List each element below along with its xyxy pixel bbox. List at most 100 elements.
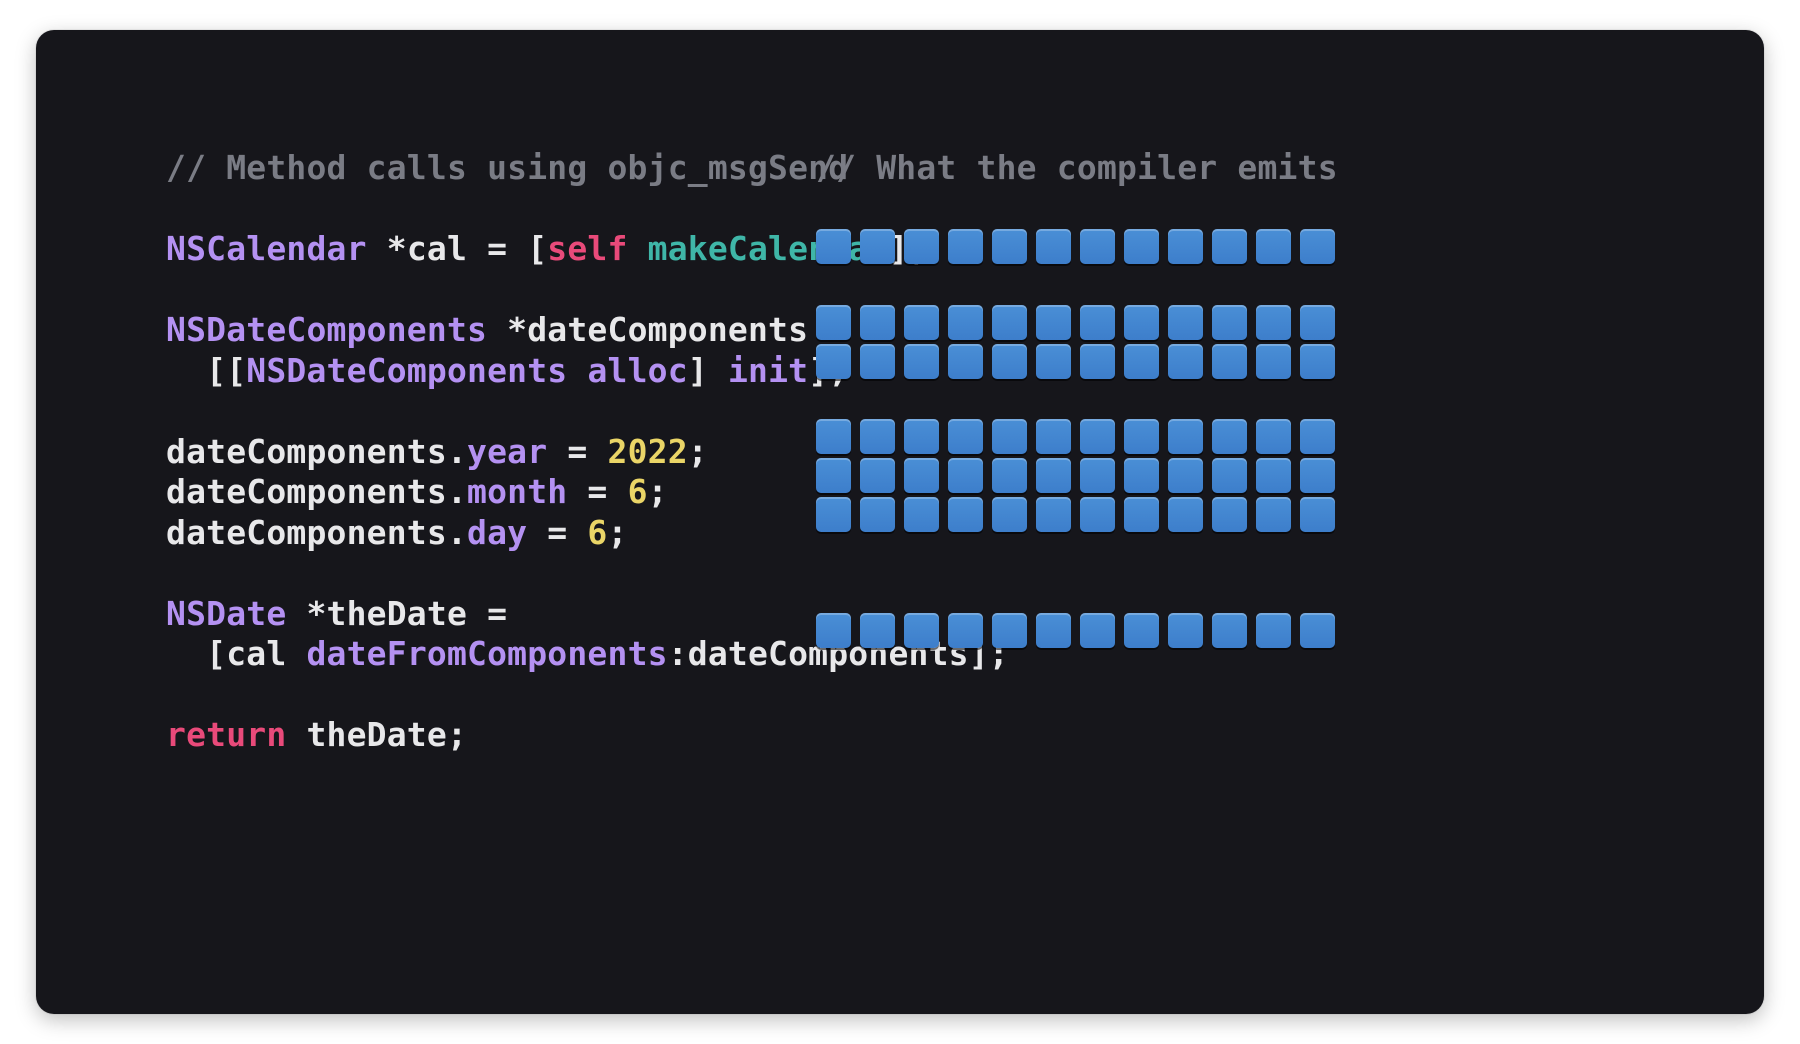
instruction-cube [992, 497, 1027, 532]
instruction-cube [948, 497, 983, 532]
instruction-cube [904, 458, 939, 493]
instruction-cube [1168, 229, 1203, 264]
instruction-cube [948, 305, 983, 340]
compiler-output-column: // What the compiler emits [816, 148, 1596, 756]
instruction-cube [860, 305, 895, 340]
instruction-cube [1080, 229, 1115, 264]
instruction-cube [1256, 419, 1291, 454]
instruction-group [816, 613, 1596, 648]
code-column: // Method calls using objc_msgSend NSCal… [36, 148, 816, 756]
instruction-cube [992, 613, 1027, 648]
instruction-cube [1124, 458, 1159, 493]
instruction-cube [948, 229, 983, 264]
instruction-cube [860, 344, 895, 379]
instruction-cube [992, 344, 1027, 379]
slide-card: // Method calls using objc_msgSend NSCal… [36, 30, 1764, 1014]
instruction-cube [1300, 419, 1335, 454]
instruction-cube [1036, 613, 1071, 648]
instruction-cube [1168, 305, 1203, 340]
instruction-cube [1036, 497, 1071, 532]
instruction-cube [1300, 229, 1335, 264]
instruction-cube [1168, 497, 1203, 532]
instruction-group [816, 305, 1596, 379]
instruction-cube [904, 419, 939, 454]
instruction-cube [1300, 344, 1335, 379]
instruction-cube [1124, 229, 1159, 264]
instruction-cube [1036, 458, 1071, 493]
instruction-cube [1080, 344, 1115, 379]
instruction-cube [1300, 305, 1335, 340]
instruction-cube [992, 458, 1027, 493]
instruction-cube [904, 497, 939, 532]
instruction-cube [1256, 305, 1291, 340]
instruction-cube [1080, 613, 1115, 648]
instruction-cube [1256, 229, 1291, 264]
instruction-cube [860, 419, 895, 454]
instruction-cube [1212, 458, 1247, 493]
instruction-cube [1212, 497, 1247, 532]
instruction-cube [992, 419, 1027, 454]
instruction-cube [1080, 497, 1115, 532]
instruction-cube [816, 458, 851, 493]
instruction-group [816, 419, 1596, 532]
instruction-cube [860, 229, 895, 264]
instruction-row [816, 458, 1596, 493]
instruction-cube [1036, 305, 1071, 340]
instruction-cube [1256, 458, 1291, 493]
instruction-cube [1256, 497, 1291, 532]
instruction-cube [860, 458, 895, 493]
instruction-cube [1212, 344, 1247, 379]
instruction-cube [1300, 613, 1335, 648]
instruction-cube [1300, 458, 1335, 493]
instruction-cube [816, 497, 851, 532]
instruction-cube [816, 419, 851, 454]
instruction-cube [1300, 497, 1335, 532]
code-comment-right: // What the compiler emits [816, 148, 1596, 189]
instruction-row [816, 497, 1596, 532]
instruction-cube [1212, 419, 1247, 454]
instruction-cube [1256, 344, 1291, 379]
instruction-cube [1036, 419, 1071, 454]
instruction-cube [816, 344, 851, 379]
instruction-cube [1168, 419, 1203, 454]
instruction-cube [992, 305, 1027, 340]
instruction-cube [1124, 344, 1159, 379]
instruction-cube [1168, 344, 1203, 379]
instruction-row [816, 613, 1596, 648]
instruction-cube [1080, 305, 1115, 340]
instruction-cube [1212, 305, 1247, 340]
instruction-cube [1036, 344, 1071, 379]
instruction-cube [1256, 613, 1291, 648]
instruction-row [816, 305, 1596, 340]
instruction-row [816, 229, 1596, 264]
instruction-cube [816, 613, 851, 648]
instruction-cube [904, 229, 939, 264]
instruction-cube [992, 229, 1027, 264]
instruction-cube [948, 419, 983, 454]
instruction-group [816, 229, 1596, 264]
columns: // Method calls using objc_msgSend NSCal… [36, 30, 1764, 756]
instruction-row [816, 419, 1596, 454]
instruction-cube [904, 344, 939, 379]
instruction-cube [860, 497, 895, 532]
instruction-cube [948, 344, 983, 379]
instruction-cube [1124, 613, 1159, 648]
instruction-cube [948, 458, 983, 493]
instruction-cube [1080, 458, 1115, 493]
instruction-cube [1036, 229, 1071, 264]
instruction-cube [1124, 497, 1159, 532]
instruction-cube [816, 229, 851, 264]
instruction-cube [1212, 229, 1247, 264]
instruction-cube [904, 613, 939, 648]
instruction-cube [904, 305, 939, 340]
instruction-cube [948, 613, 983, 648]
instruction-row [816, 344, 1596, 379]
instruction-cube [1168, 458, 1203, 493]
instruction-cube [1080, 419, 1115, 454]
instruction-cube [1168, 613, 1203, 648]
instruction-cube [1124, 305, 1159, 340]
instruction-cube [1124, 419, 1159, 454]
instruction-cube [816, 305, 851, 340]
instruction-blocks [816, 229, 1596, 648]
code-block: // Method calls using objc_msgSend NSCal… [166, 148, 816, 756]
